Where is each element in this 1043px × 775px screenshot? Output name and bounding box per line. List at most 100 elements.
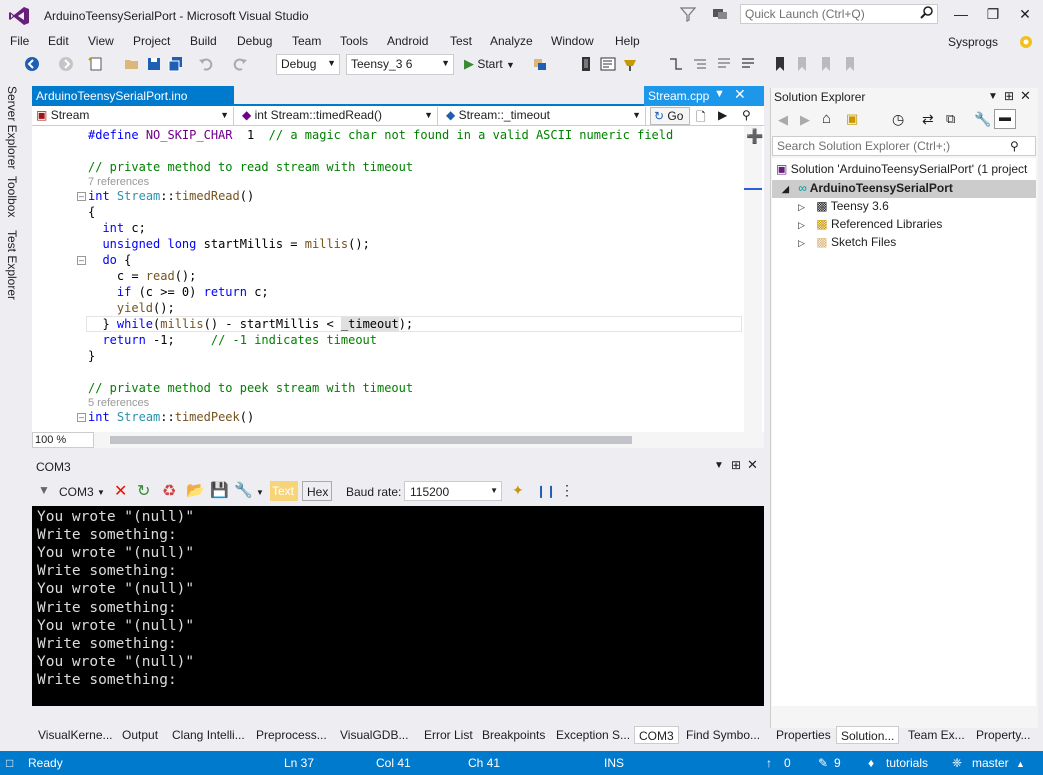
tab-solution-explorer[interactable]: Solution... — [836, 726, 900, 744]
horizontal-scroll-thumb[interactable] — [110, 436, 632, 444]
pane-menu-icon[interactable]: ▼ — [988, 91, 998, 102]
changes-count[interactable]: 9 — [834, 756, 841, 770]
editor-vertical-scrollbar[interactable] — [744, 126, 762, 432]
preview-icon[interactable]: ▬ — [994, 109, 1016, 129]
account-icon[interactable] — [1016, 32, 1036, 52]
tree-item-sketch-files[interactable]: ▷ ▩ Sketch Files — [798, 235, 896, 249]
forward-icon[interactable] — [58, 56, 74, 72]
save-log-icon[interactable]: 💾 — [210, 481, 229, 499]
collapse-icon[interactable]: – — [77, 256, 86, 265]
notification-filter-icon[interactable] — [679, 6, 698, 24]
reference-count[interactable]: 5 references — [88, 397, 149, 409]
tree-item-referenced-libraries[interactable]: ▷ ▩ Referenced Libraries — [798, 217, 942, 231]
tab-exception-settings[interactable]: Exception S... — [552, 726, 634, 744]
feedback-icon[interactable] — [712, 6, 730, 24]
debug-options-icon[interactable] — [622, 56, 638, 72]
switch-views-icon[interactable]: ▣ — [846, 111, 858, 127]
solution-explorer-scrollbar[interactable] — [772, 706, 1036, 724]
tab-property-manager[interactable]: Property... — [972, 726, 1034, 744]
next-bookmark-icon[interactable] — [818, 56, 834, 72]
step-icon[interactable] — [668, 56, 684, 72]
tab-breakpoints[interactable]: Breakpoints — [478, 726, 549, 744]
tab-arduino-ino[interactable]: ArduinoTeensySerialPort.ino — [32, 86, 234, 106]
split-window-icon[interactable]: ➕ — [746, 128, 763, 145]
forward-icon[interactable]: ▶ — [800, 112, 810, 128]
bookmark-icon[interactable] — [772, 56, 788, 72]
branch-icon[interactable]: ❈ — [952, 756, 962, 770]
reference-count[interactable]: 7 references — [88, 176, 149, 188]
open-file-icon[interactable] — [124, 56, 140, 72]
toolbox-tab[interactable]: Toolbox — [5, 176, 19, 217]
solution-search-input[interactable]: Search Solution Explorer (Ctrl+;) — [772, 136, 1036, 156]
filter-icon[interactable]: ▼ — [38, 483, 50, 497]
undo-icon[interactable] — [198, 56, 214, 72]
server-explorer-tab[interactable]: Server Explorer — [5, 86, 19, 169]
send-icon[interactable]: ✦ — [512, 482, 524, 499]
menu-edit[interactable]: Edit — [48, 34, 69, 48]
terminal-icon[interactable] — [600, 56, 616, 72]
menu-team[interactable]: Team — [292, 34, 321, 48]
hex-mode-toggle[interactable]: Hex — [302, 481, 332, 501]
more-icon[interactable]: ⋮ — [560, 482, 574, 499]
symbol-select[interactable]: ◆ Stream::_timeout ▼ — [442, 107, 646, 125]
repository-icon[interactable]: ♦ — [868, 756, 874, 770]
pin-icon[interactable]: ▼ — [714, 88, 725, 100]
text-mode-toggle[interactable]: Text — [270, 481, 298, 501]
pane-menu-icon[interactable]: ▼ — [714, 460, 724, 471]
pause-icon[interactable]: ❙❙ — [536, 484, 556, 498]
menu-test[interactable]: Test — [450, 34, 472, 48]
solution-node[interactable]: ▣ Solution 'ArduinoTeensySerialPort' (1 … — [776, 162, 1027, 176]
menu-android[interactable]: Android — [387, 34, 428, 48]
publish-icon[interactable]: ↑ — [766, 756, 772, 770]
menu-help[interactable]: Help — [615, 34, 640, 48]
tab-preprocessor[interactable]: Preprocess... — [252, 726, 331, 744]
unpushed-count[interactable]: 0 — [784, 756, 791, 770]
menu-tools[interactable]: Tools — [340, 34, 368, 48]
clear-icon[interactable]: ♻ — [162, 481, 176, 501]
minimize-button[interactable]: — — [944, 4, 978, 24]
branch-name[interactable]: master — [972, 756, 1009, 770]
close-tab-icon[interactable]: ✕ — [734, 86, 746, 103]
tree-item-teensy[interactable]: ▷ ▩ Teensy 3.6 — [798, 199, 889, 213]
pin-icon[interactable]: ⊞ — [1004, 89, 1014, 103]
attach-icon[interactable] — [532, 56, 548, 72]
tab-com3[interactable]: COM3 — [634, 726, 679, 744]
member-select[interactable]: ◆ int Stream::timedRead() ▼ — [238, 107, 438, 125]
new-project-icon[interactable] — [88, 56, 104, 72]
solution-configuration-select[interactable]: Debug ▼ — [276, 54, 340, 75]
clear-bookmarks-icon[interactable] — [842, 56, 858, 72]
properties-wrench-icon[interactable]: 🔧 — [974, 111, 991, 128]
collapse-icon[interactable]: – — [77, 192, 86, 201]
start-debugging-button[interactable]: ▶ Start ▼ — [464, 56, 515, 72]
baud-rate-select[interactable]: 115200 ▼ — [404, 481, 502, 501]
redo-icon[interactable] — [232, 56, 248, 72]
pin-icon[interactable]: ⊞ — [731, 458, 741, 472]
project-node[interactable]: ◢ ∞ ArduinoTeensySerialPort — [782, 181, 953, 195]
back-icon[interactable]: ◀ — [778, 112, 788, 128]
tab-visualkernel[interactable]: VisualKerne... — [34, 726, 117, 744]
save-icon[interactable] — [146, 56, 162, 72]
close-pane-icon[interactable]: ✕ — [747, 457, 758, 473]
menu-view[interactable]: View — [88, 34, 114, 48]
open-folder-icon[interactable]: 📂 — [186, 481, 205, 499]
disconnect-icon[interactable]: ✕ — [114, 481, 127, 501]
quick-launch-input[interactable]: Quick Launch (Ctrl+Q) — [740, 4, 938, 24]
go-button[interactable]: ↻ Go — [650, 107, 690, 125]
comment-icon[interactable] — [716, 56, 732, 72]
port-select[interactable]: COM3 — [59, 485, 94, 499]
save-all-icon[interactable] — [168, 56, 184, 72]
find-icon[interactable]: ⚲ — [742, 108, 751, 122]
branch-menu-icon[interactable]: ▲ — [1016, 759, 1025, 769]
tab-clang-intellisense[interactable]: Clang Intelli... — [168, 726, 249, 744]
close-window-button[interactable]: ✕ — [1008, 4, 1042, 24]
tab-team-explorer[interactable]: Team Ex... — [904, 726, 969, 744]
user-name[interactable]: Sysprogs — [948, 35, 998, 49]
scope-select[interactable]: ▣ Stream ▼ — [32, 107, 234, 125]
restore-button[interactable]: ❐ — [976, 4, 1010, 24]
zoom-level-select[interactable]: 100 % — [32, 432, 94, 448]
tab-output[interactable]: Output — [118, 726, 162, 744]
pencil-icon[interactable]: ✎ — [818, 756, 828, 770]
tab-properties[interactable]: Properties — [772, 726, 835, 744]
home-icon[interactable]: ⌂ — [822, 110, 831, 127]
tab-find-symbol[interactable]: Find Symbo... — [682, 726, 764, 744]
